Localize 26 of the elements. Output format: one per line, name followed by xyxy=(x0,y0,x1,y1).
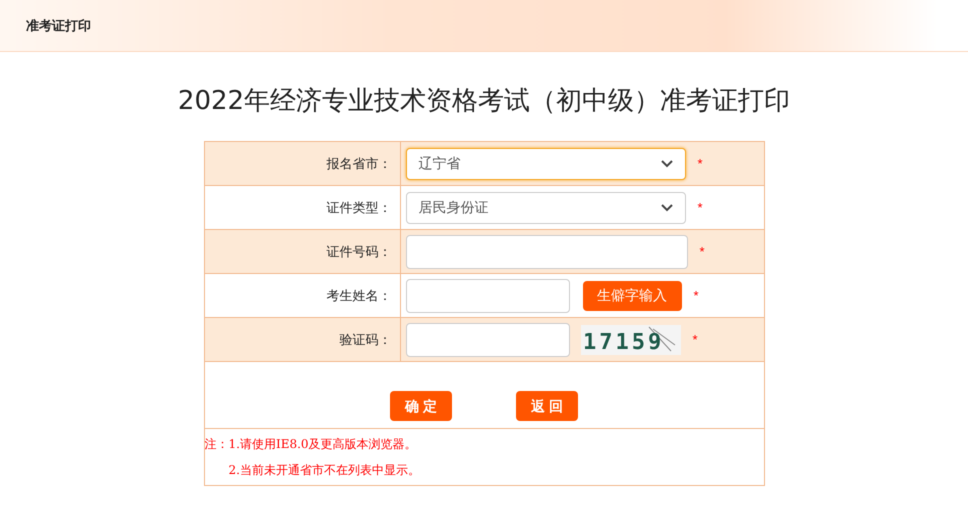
text-field[interactable] xyxy=(406,278,570,312)
required-mark: * xyxy=(700,242,705,261)
chevron-down-icon xyxy=(660,160,672,168)
required-mark: * xyxy=(698,154,703,173)
page-title: 2022年经济专业技术资格考试（初中级）准考证打印 xyxy=(176,85,792,118)
chevron-down-icon xyxy=(660,204,672,212)
required-mark: * xyxy=(694,286,699,305)
field-label: 证件类型： xyxy=(326,198,392,217)
field-label: 证件号码： xyxy=(326,242,392,261)
captcha-image: 17159 xyxy=(580,324,680,354)
confirm-button[interactable]: 确 定 xyxy=(390,391,452,421)
dropdown[interactable]: 居民身份证 xyxy=(406,192,686,224)
header-title: 准考证打印 xyxy=(26,16,91,35)
field-label: 验证码： xyxy=(340,330,392,349)
text-field[interactable] xyxy=(406,322,570,356)
text-field[interactable] xyxy=(406,234,688,268)
rare-character-button[interactable]: 生僻字输入 xyxy=(582,280,682,310)
dropdown[interactable]: 辽宁省 xyxy=(406,148,686,180)
field-label: 考生姓名： xyxy=(326,286,392,305)
note-prefix: 注： xyxy=(204,437,228,451)
field-label: 报名省市： xyxy=(326,154,392,173)
required-mark: * xyxy=(698,198,703,217)
required-mark: * xyxy=(692,330,698,349)
note-text: 2.当前未开通省市不在列表中显示。 xyxy=(228,462,420,479)
note-text: 1.请使用IE8.0及更高版本浏览器。 xyxy=(228,436,417,453)
back-button[interactable]: 返 回 xyxy=(516,391,578,421)
